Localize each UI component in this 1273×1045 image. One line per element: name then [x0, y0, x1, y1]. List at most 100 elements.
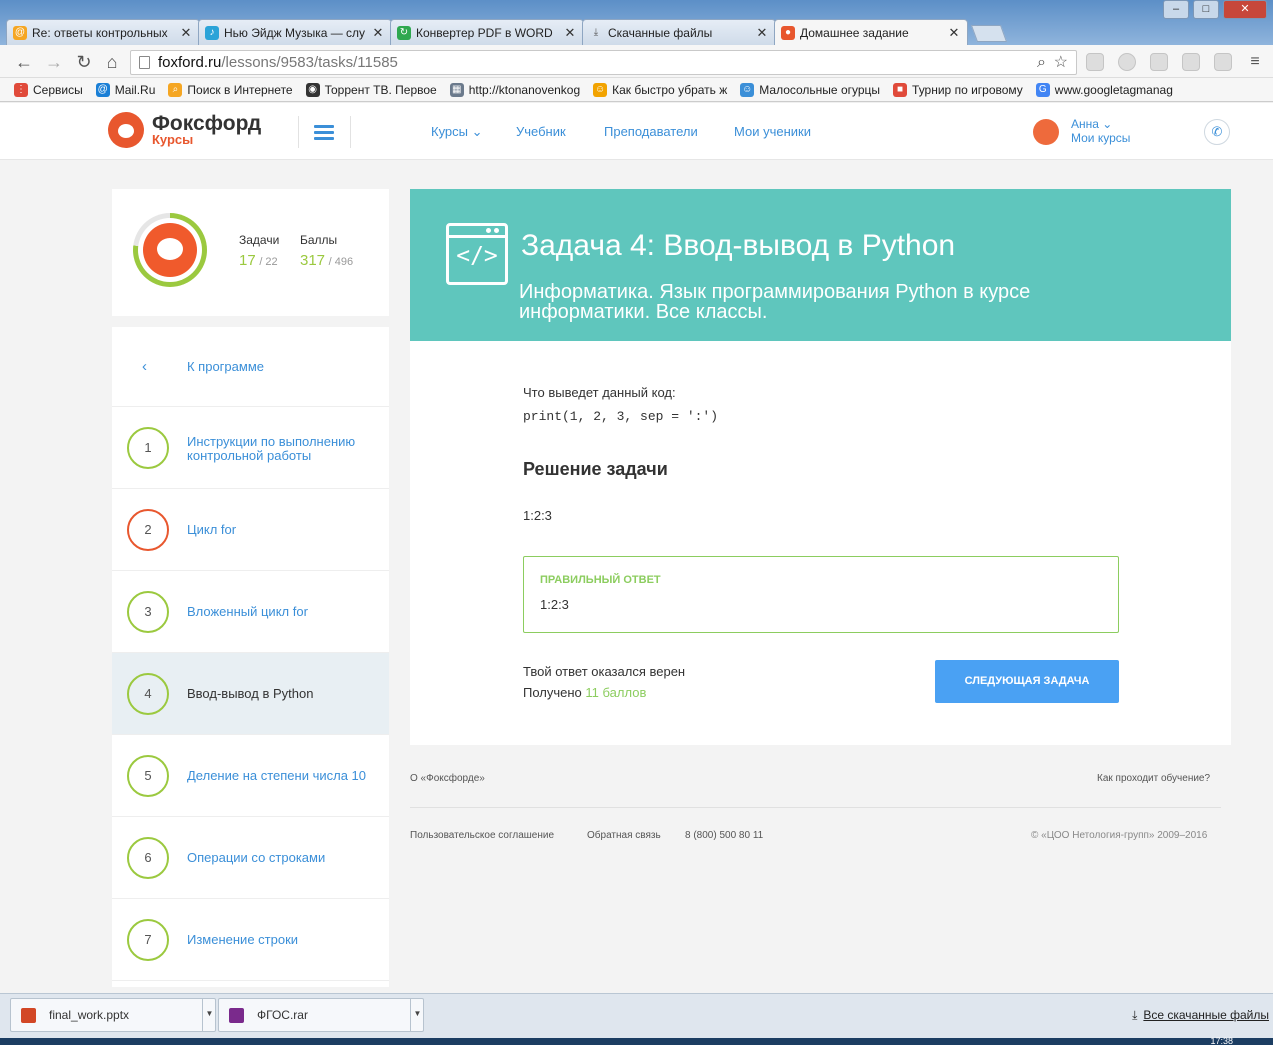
extension-icon[interactable]	[1182, 53, 1200, 71]
lesson-name: Деление на степени числа 10	[187, 768, 367, 783]
lesson-number: 7	[127, 919, 169, 961]
minimize-button[interactable]: –	[1163, 0, 1189, 19]
extension-icon[interactable]	[1150, 53, 1168, 71]
bookmark-label: www.googletagmanag	[1054, 82, 1173, 97]
hamburger-menu-icon[interactable]	[314, 125, 334, 143]
bookmark-label: Поиск в Интернете	[187, 82, 293, 97]
bookmark-item[interactable]: ☺ Как быстро убрать ж	[593, 82, 727, 97]
lesson-item-active[interactable]: 4 Ввод-вывод в Python	[112, 653, 389, 735]
lesson-item[interactable]: 1 Инструкции по выполнению контрольной р…	[112, 407, 389, 489]
star-icon[interactable]: ☆	[1054, 51, 1068, 74]
browser-tab-1[interactable]: @ Re: ответы контрольных ✕	[6, 19, 200, 45]
back-to-program-link[interactable]: ‹ К программе	[112, 327, 389, 407]
bookmark-item[interactable]: ⌕ Поиск в Интернете	[168, 82, 293, 97]
tab-strip: @ Re: ответы контрольных ✕ ♪ Нью Эйдж Му…	[6, 19, 1008, 45]
extension-icon[interactable]	[1086, 53, 1104, 71]
footer-how-link[interactable]: Как проходит обучение?	[1097, 773, 1210, 784]
lesson-item[interactable]: 7 Изменение строки	[112, 899, 389, 981]
chevron-down-icon[interactable]: ▼	[202, 998, 216, 1032]
chevron-left-icon: ‹	[142, 358, 147, 375]
nav-label: Курсы	[431, 124, 469, 139]
browser-tab-4[interactable]: ⤓ Скачанные файлы ✕	[582, 19, 776, 45]
nav-textbook[interactable]: Учебник	[516, 124, 566, 139]
next-task-button[interactable]: СЛЕДУЮЩАЯ ЗАДАЧА	[935, 660, 1119, 703]
page-icon	[139, 56, 150, 69]
extension-icon[interactable]	[1214, 53, 1232, 71]
nav-courses[interactable]: Курсы ⌄	[431, 124, 483, 140]
footer-copyright: © «ЦОО Нетология-групп» 2009–2016	[1031, 830, 1208, 841]
my-courses-link[interactable]: Мои курсы	[1071, 131, 1130, 145]
lesson-name: Ввод-вывод в Python	[187, 686, 314, 701]
all-downloads-link[interactable]: ⤓ Все скачанные файлы	[1132, 1008, 1269, 1023]
bookmark-item[interactable]: Gwww.googletagmanag	[1035, 82, 1173, 97]
new-tab-button[interactable]	[970, 25, 1008, 42]
fox-logo-icon	[108, 112, 144, 148]
music-icon: ♪	[205, 25, 219, 40]
points-stat: Баллы 317 / 496	[300, 233, 353, 269]
browser-window-frame: @ Re: ответы контрольных ✕ ♪ Нью Эйдж Му…	[0, 0, 1273, 45]
progress-ring	[133, 213, 207, 287]
nav-teachers[interactable]: Преподаватели	[604, 124, 698, 139]
footer-phone[interactable]: 8 (800) 500 80 11	[685, 830, 763, 841]
browser-tab-3[interactable]: ↻ Конвертер PDF в WORD ✕	[390, 19, 584, 45]
tab-title: Конвертер PDF в WORD	[416, 25, 553, 40]
nav-my-students[interactable]: Мои ученики	[734, 124, 811, 139]
download-item[interactable]: final_work.pptx ▼	[10, 998, 216, 1032]
lesson-name: Инструкции по выполнению контрольной раб…	[187, 434, 356, 463]
footer-feedback-link[interactable]: Обратная связь	[587, 830, 661, 841]
reload-icon[interactable]: ↻	[72, 50, 96, 74]
bookmark-item[interactable]: ⋮ Сервисы	[14, 82, 83, 97]
play-icon[interactable]	[1118, 53, 1136, 71]
close-window-button[interactable]: ✕	[1223, 0, 1267, 19]
bookmark-item[interactable]: ◉ Торрент ТВ. Первое	[305, 82, 437, 97]
task-subtitle: Информатика. Язык программирования Pytho…	[519, 281, 1031, 323]
bookmark-item[interactable]: @ Mail.Ru	[95, 82, 155, 97]
lesson-item[interactable]: 6 Операции со строками	[112, 817, 389, 899]
grid-icon: ▦	[449, 82, 464, 97]
home-icon[interactable]: ⌂	[100, 50, 124, 74]
lesson-name: Цикл for	[187, 522, 237, 537]
tab-title: Нью Эйдж Музыка — слу	[224, 25, 366, 40]
close-icon[interactable]: ✕	[947, 25, 961, 41]
browser-tab-2[interactable]: ♪ Нью Эйдж Музыка — слу ✕	[198, 19, 392, 45]
close-icon[interactable]: ✕	[371, 25, 385, 41]
lesson-item[interactable]: 2 Цикл for	[112, 489, 389, 571]
lesson-item[interactable]: 3 Вложенный цикл for	[112, 571, 389, 653]
forward-arrow-icon[interactable]: →	[42, 50, 66, 74]
foxford-logo[interactable]: Фоксфорд Курсы	[108, 112, 261, 148]
chevron-down-icon[interactable]: ▼	[410, 998, 424, 1032]
window-controls: – □ ✕	[1159, 0, 1267, 19]
footer-about-link[interactable]: О «Фоксфорде»	[410, 773, 485, 784]
tasks-value: 17	[239, 252, 256, 269]
apps-icon: ⋮	[14, 82, 28, 97]
mail-icon: @	[13, 25, 27, 40]
lesson-name: Вложенный цикл for	[187, 604, 308, 619]
points-total: / 496	[328, 256, 354, 268]
bookmark-label: Торрент ТВ. Первое	[324, 82, 437, 97]
menu-icon[interactable]: ≡	[1243, 50, 1267, 74]
zoom-icon[interactable]: ⌕	[1037, 51, 1046, 74]
bookmark-item[interactable]: ■ Турнир по игровому	[893, 82, 1023, 97]
bookmark-item[interactable]: ☺ Малосольные огурцы	[740, 82, 880, 97]
lesson-item[interactable]: 5 Деление на степени числа 10	[112, 735, 389, 817]
close-icon[interactable]: ✕	[755, 25, 769, 41]
back-arrow-icon[interactable]: ←	[12, 50, 36, 74]
google-icon: G	[1035, 82, 1050, 97]
download-item[interactable]: ФГОС.rar ▼	[218, 998, 424, 1032]
points-value: 317	[300, 252, 326, 269]
bookmark-label: http://ktonanovenkog	[468, 82, 581, 97]
bookmark-label: Турнир по игровому	[912, 82, 1023, 97]
footer-agreement-link[interactable]: Пользовательское соглашение	[410, 830, 554, 841]
bookmark-item[interactable]: ▦ http://ktonanovenkog	[449, 82, 581, 97]
converter-icon: ↻	[397, 25, 411, 40]
points-earned-value: 11 баллов	[585, 685, 647, 700]
browser-tab-5[interactable]: ● Домашнее задание ✕	[774, 19, 968, 45]
phone-icon[interactable]: ✆	[1204, 119, 1230, 145]
user-menu[interactable]: Анна ⌄ Мои курсы	[1071, 117, 1130, 145]
avatar[interactable]	[1033, 119, 1059, 145]
close-icon[interactable]: ✕	[179, 25, 193, 41]
maximize-button[interactable]: □	[1193, 0, 1219, 19]
close-icon[interactable]: ✕	[563, 25, 577, 41]
lesson-number: 2	[127, 509, 169, 551]
address-bar[interactable]: foxford.ru/lessons/9583/tasks/11585 ⌕ ☆	[130, 50, 1077, 75]
